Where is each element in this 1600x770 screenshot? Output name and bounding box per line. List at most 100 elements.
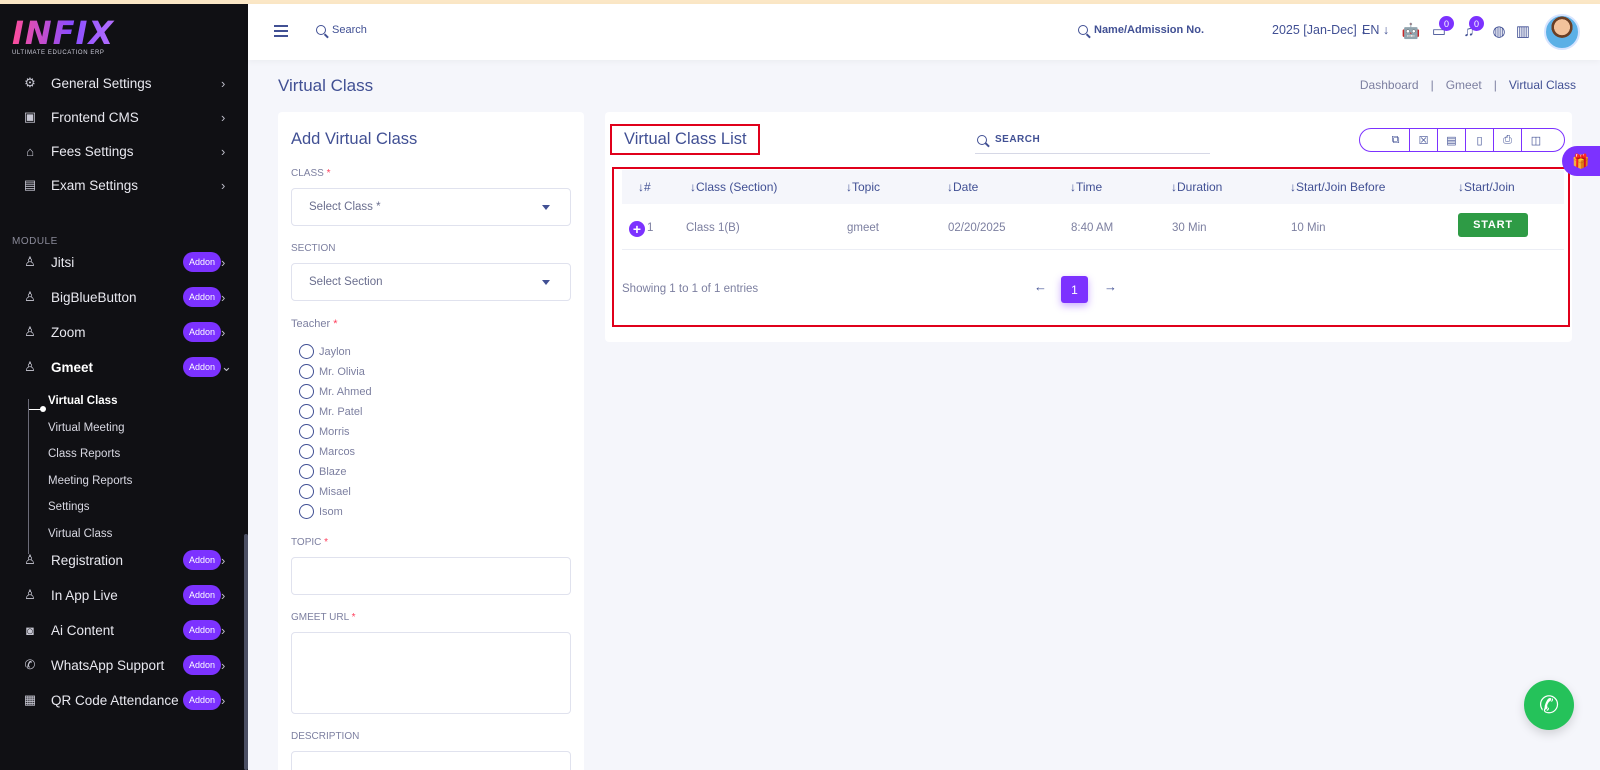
sidebar-item-label: Fees Settings [51,143,134,159]
qr-code-icon: ▦ [23,692,37,707]
whatsapp-chat-icon[interactable]: ✆ [1524,680,1574,730]
sidebar-item-zoom[interactable]: ♙ Zoom Addon › [0,317,244,347]
csv-icon[interactable]: ▤ [1438,128,1466,152]
chevron-right-icon: › [221,109,226,125]
language-select[interactable]: EN ↓ [1362,23,1389,37]
sidebar-item-ai-content[interactable]: ◙ Ai Content Addon › [0,615,244,645]
gears-icon: ⚙ [24,75,36,90]
radio-button[interactable] [299,444,314,459]
submenu-item-virtual-class[interactable]: Virtual Class [48,395,117,407]
pdf-icon[interactable]: ▯ [1466,128,1494,152]
radio-button[interactable] [299,484,314,499]
radio-button[interactable] [299,364,314,379]
description-textarea[interactable] [291,751,571,770]
sidebar-item-bigbluebutton[interactable]: ♙ BigBlueButton Addon › [0,282,244,312]
sidebar-item-label: Ai Content [51,622,115,638]
sidebar-item-frontend-cms[interactable]: ▣ Frontend CMS › [0,102,244,132]
sidebar-item-label: In App Live [51,587,118,603]
radio-button[interactable] [299,464,314,479]
sidebar-item-registration[interactable]: ♙ Registration Addon › [0,545,244,575]
hamburger-menu-icon[interactable] [274,25,288,37]
person-icon: ♙ [24,552,36,567]
chevron-down-icon: ⌄ [221,359,232,374]
addon-badge: Addon [183,357,221,377]
teacher-label: Teacher * [291,318,338,330]
radio-button[interactable] [299,384,314,399]
chevron-right-icon: › [221,587,226,603]
sidebar-item-qr-code-attendance[interactable]: ▦ QR Code Attendance Addon › [0,685,244,715]
bell-icon[interactable]: ♫ 0 [1460,16,1484,40]
logo-text: INFIX [12,16,132,50]
breadcrumb-gmeet[interactable]: Gmeet [1446,78,1482,92]
print-icon[interactable]: ⎙ [1494,128,1522,152]
class-select[interactable]: Select Class * [291,188,571,226]
sidebar-item-label: Exam Settings [51,177,139,193]
submenu-item-class-reports[interactable]: Class Reports [48,448,120,460]
submenu-item-virtual-class-2[interactable]: Virtual Class [48,528,112,540]
breadcrumb-dashboard[interactable]: Dashboard [1360,78,1419,92]
sidebar-item-general-settings[interactable]: ⚙ General Settings › [0,68,244,98]
teacher-option[interactable]: Jaylon [299,344,351,359]
submenu-item-settings[interactable]: Settings [48,501,90,513]
analytics-icon[interactable]: ▥ [1514,22,1532,40]
language-label: EN [1362,23,1380,37]
teacher-option[interactable]: Mr. Patel [299,404,362,419]
sidebar-item-whatsapp-support[interactable]: ✆ WhatsApp Support Addon › [0,650,244,680]
sidebar-item-exam-settings[interactable]: ▤ Exam Settings › [0,170,244,200]
columns-icon[interactable]: ◫ [1522,128,1550,152]
logo[interactable]: INFIX ULTIMATE EDUCATION ERP [12,16,132,66]
logo-subtitle: ULTIMATE EDUCATION ERP [12,50,105,56]
bank-icon: ⌂ [26,143,34,159]
student-search[interactable]: Name/Admission No. [1078,24,1204,36]
sidebar-scrollbar[interactable] [244,534,248,770]
teacher-option[interactable]: Blaze [299,464,347,479]
globe-icon[interactable]: ◍ [1490,22,1508,40]
chevron-right-icon: › [221,75,226,91]
sidebar-item-jitsi[interactable]: ♙ Jitsi Addon › [0,247,244,277]
chat-icon[interactable]: ▭ 0 [1430,16,1454,40]
academic-year-select[interactable]: 2025 [Jan-Dec] ↓ [1272,23,1367,37]
gift-icon[interactable]: 🎁 [1562,146,1600,176]
class-select-value: Select Class * [309,201,381,213]
caret-down-icon [542,280,550,285]
submenu-item-meeting-reports[interactable]: Meeting Reports [48,475,132,487]
copy-icon[interactable]: ⧉ [1382,128,1410,152]
chevron-right-icon: › [221,143,226,159]
topic-input[interactable] [291,557,571,595]
sidebar-item-in-app-live[interactable]: ♙ In App Live Addon › [0,580,244,610]
radio-button[interactable] [299,504,314,519]
person-icon: ♙ [24,324,36,339]
topic-label: TOPIC * [291,537,329,548]
sidebar-item-gmeet[interactable]: ♙ Gmeet Addon ⌄ [0,352,244,382]
submenu-line [28,399,29,554]
submenu-item-virtual-meeting[interactable]: Virtual Meeting [48,422,125,434]
teacher-option[interactable]: Misael [299,484,351,499]
radio-button[interactable] [299,424,314,439]
robot-icon[interactable]: 🤖 [1402,22,1421,40]
addon-badge: Addon [183,550,221,570]
sidebar-item-fees-settings[interactable]: ⌂ Fees Settings › [0,136,244,166]
teacher-option[interactable]: Mr. Ahmed [299,384,372,399]
global-search[interactable]: Search [316,24,367,36]
excel-icon[interactable]: ☒ [1410,128,1438,152]
section-select[interactable]: Select Section [291,263,571,301]
class-label: CLASS * [291,168,331,179]
addon-badge: Addon [183,620,221,640]
radio-button[interactable] [299,404,314,419]
gmeet-url-textarea[interactable] [291,632,571,714]
list-search-input[interactable]: SEARCH [975,126,1210,154]
person-icon: ♙ [24,254,36,269]
chevron-right-icon: › [221,657,226,673]
teacher-option[interactable]: Morris [299,424,350,439]
teacher-option[interactable]: Marcos [299,444,355,459]
academic-year-label: 2025 [Jan-Dec] [1272,23,1357,37]
avatar[interactable] [1544,14,1580,50]
teacher-option[interactable]: Mr. Olivia [299,364,365,379]
teacher-option[interactable]: Isom [299,504,343,519]
person-icon: ♙ [24,359,36,374]
arrow-down-icon: ↓ [1382,23,1390,37]
search-icon [1078,25,1088,35]
form-title: Add Virtual Class [291,130,418,148]
radio-button[interactable] [299,344,314,359]
whatsapp-icon: ✆ [24,657,36,672]
